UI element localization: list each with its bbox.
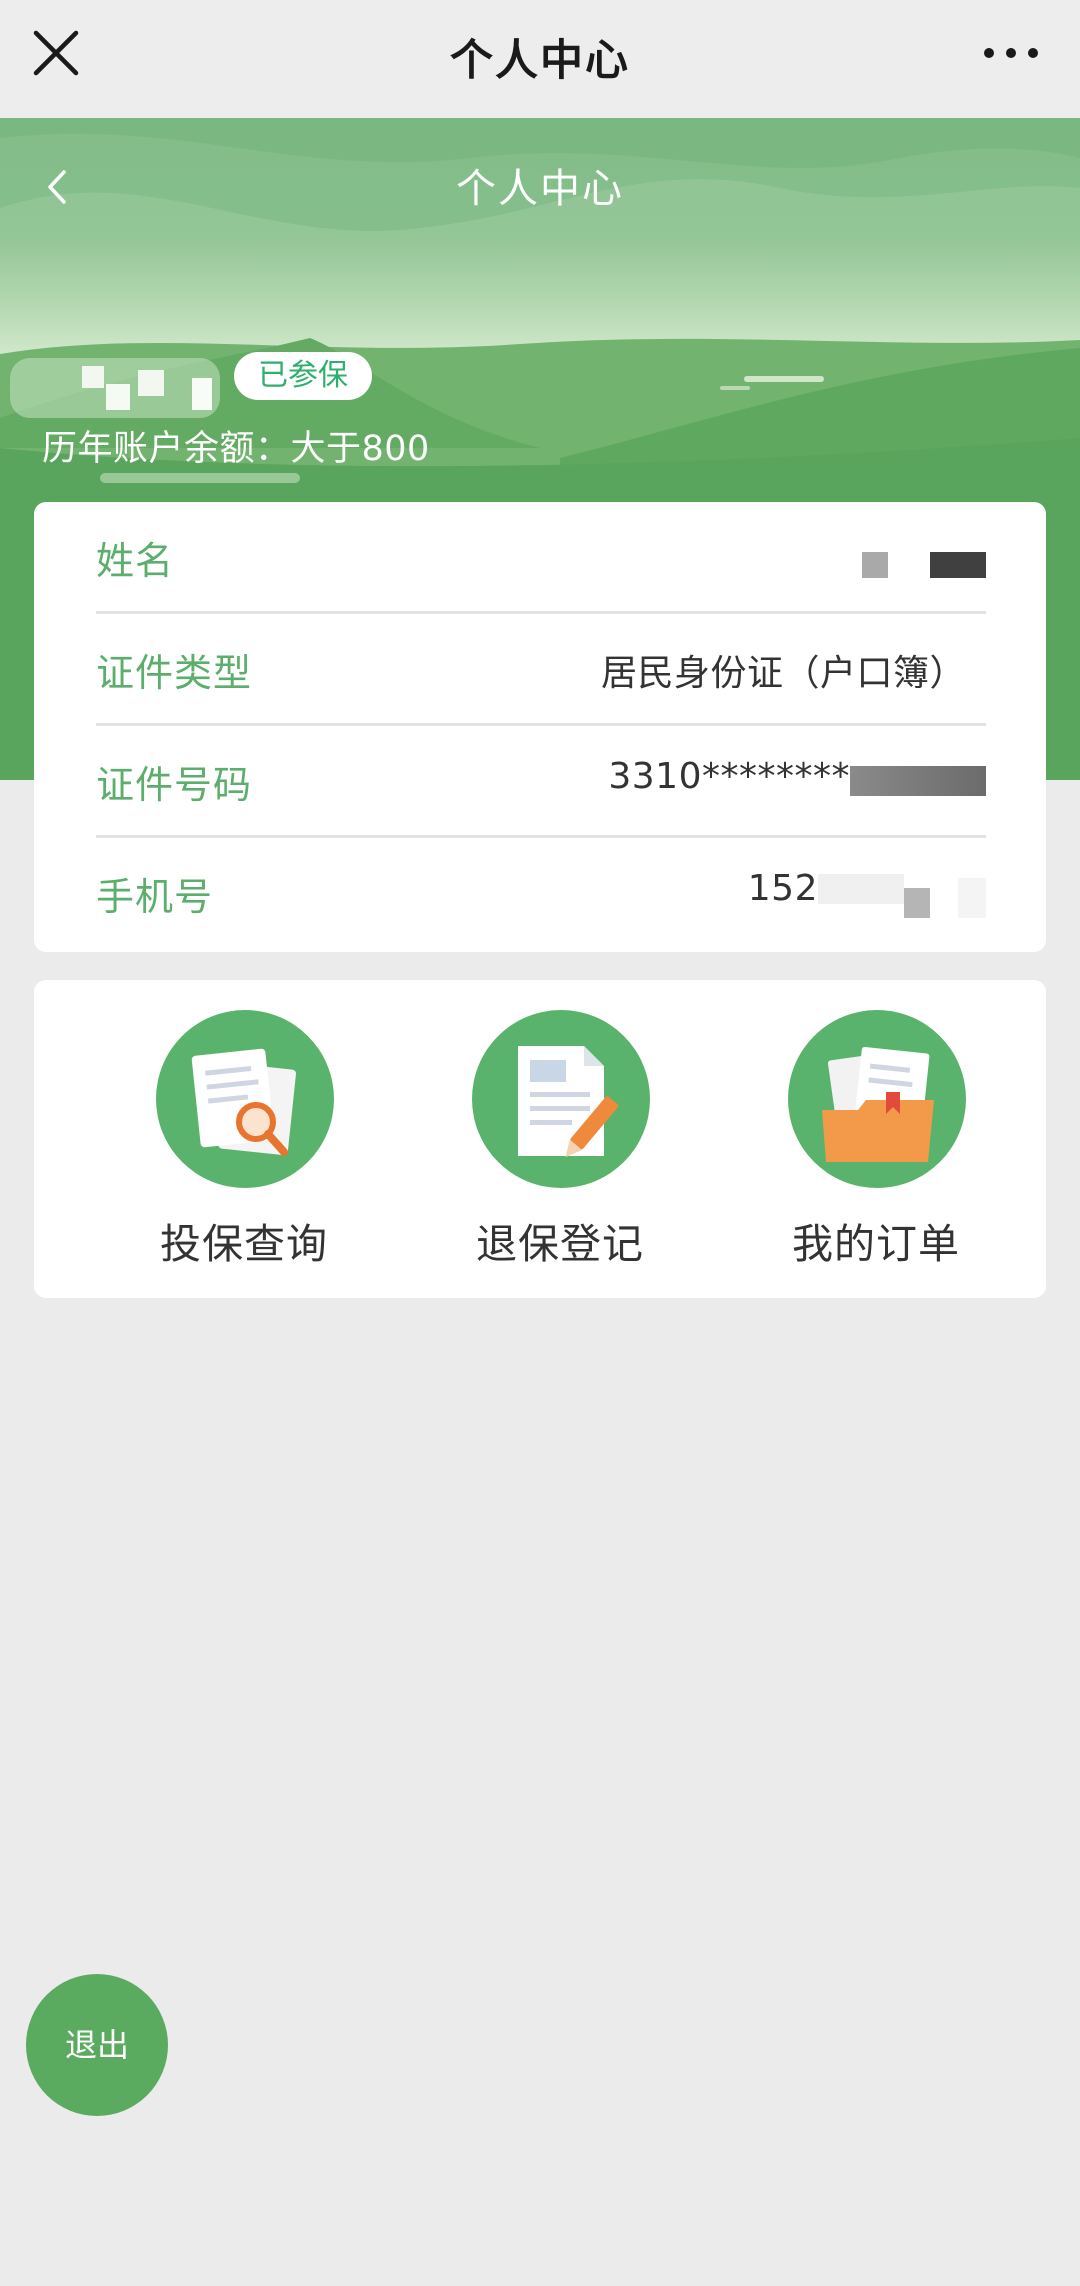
info-row-phone: 手机号 152 [96, 838, 986, 950]
action-label: 我的订单 [792, 1220, 960, 1268]
info-row-name: 姓名 [96, 502, 986, 614]
info-value: 3310******** [608, 756, 850, 797]
action-label: 退保登记 [476, 1220, 644, 1268]
hero-title: 个人中心 [456, 166, 624, 212]
privacy-mask [862, 552, 888, 578]
info-row-id-number: 证件号码 3310******** [96, 726, 986, 838]
action-insurance-query[interactable]: 投保查询 [124, 1010, 364, 1280]
info-value: 居民身份证（户口簿） [600, 653, 966, 694]
document-search-icon [156, 1010, 334, 1188]
insured-badge: 已参保 [234, 352, 372, 400]
quick-actions-card: 投保查询 退保登记 我的订单 [34, 980, 1046, 1298]
action-my-orders[interactable]: 我的订单 [756, 1010, 996, 1280]
info-row-id-type: 证件类型 居民身份证（户口簿） [96, 614, 986, 726]
info-label: 证件类型 [96, 651, 253, 695]
privacy-mask [958, 878, 986, 918]
account-balance: 历年账户余额：大于800 [42, 429, 430, 469]
info-label: 证件号码 [96, 763, 253, 807]
more-dots-icon[interactable] [984, 42, 1040, 66]
logout-button[interactable]: 退出 [26, 1974, 168, 2116]
privacy-mask [850, 766, 986, 796]
privacy-mask [904, 888, 930, 918]
privacy-mask [818, 874, 904, 904]
personal-info-card: 姓名 证件类型 居民身份证（户口簿） 证件号码 3310******** 手机号… [34, 502, 1046, 952]
info-label: 手机号 [96, 875, 214, 919]
folder-orders-icon [788, 1010, 966, 1188]
action-label: 投保查询 [160, 1220, 328, 1268]
action-surrender-registration[interactable]: 退保登记 [440, 1010, 680, 1280]
top-nav-bar: 个人中心 [0, 0, 1080, 118]
document-edit-icon [472, 1010, 650, 1188]
user-name-masked [10, 348, 230, 428]
info-value: 152 [747, 868, 818, 909]
page-title: 个人中心 [450, 36, 630, 86]
personal-center-page: 个人中心 个人中心 已参保 历年账户余额：大于800 姓名 证件类型 居民身份证… [0, 0, 1080, 2286]
privacy-mask [930, 552, 986, 578]
info-label: 姓名 [96, 539, 175, 583]
